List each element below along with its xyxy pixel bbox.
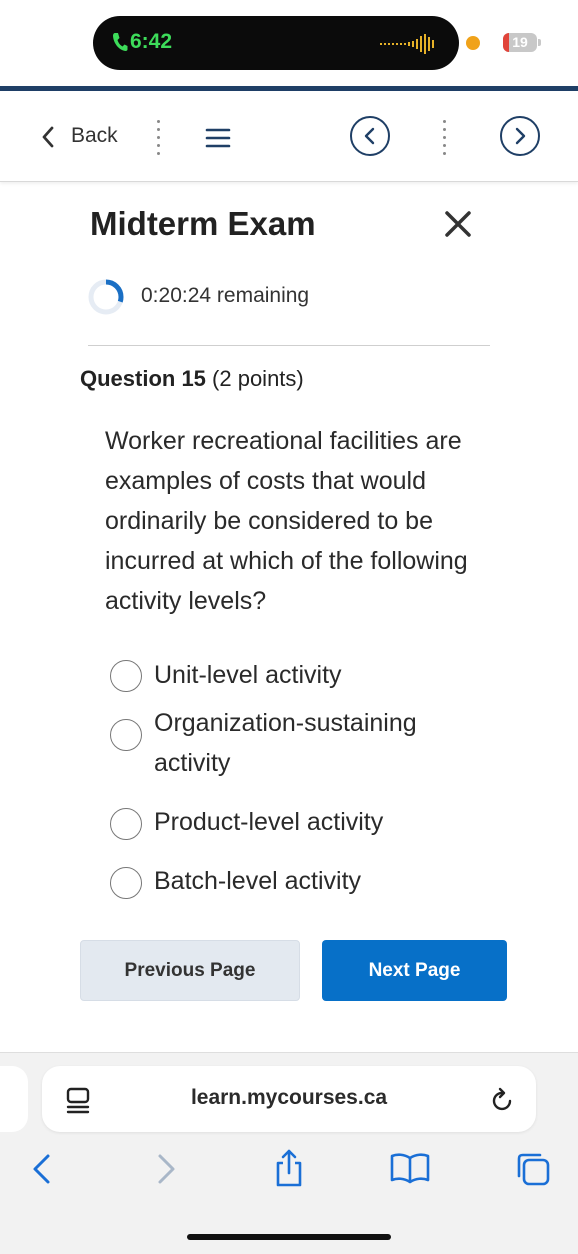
home-indicator [187, 1234, 391, 1240]
back-arrow-icon[interactable] [30, 1153, 54, 1190]
url-text[interactable]: learn.mycourses.ca [42, 1086, 536, 1110]
share-icon[interactable] [273, 1148, 305, 1193]
tabs-icon[interactable] [515, 1151, 551, 1192]
question-text: Worker recreational facilities are examp… [105, 427, 468, 615]
audio-waveform-icon [380, 33, 444, 60]
bookmarks-icon[interactable] [390, 1152, 430, 1189]
option-radio-unit-level[interactable] [110, 660, 142, 692]
battery-cap [538, 39, 541, 46]
battery-icon: 19 [503, 33, 537, 52]
battery-level: 19 [512, 34, 528, 50]
option-label-batch-level[interactable]: Batch-level activity [154, 861, 484, 901]
option-radio-organization-sustaining[interactable] [110, 719, 142, 751]
divider [88, 345, 490, 346]
question-header: Question 15 (2 points) [80, 366, 304, 392]
timer-progress-ring [88, 279, 124, 320]
timer-text: 0:20:24 remaining [141, 284, 310, 307]
phone-icon [112, 32, 128, 57]
reload-icon[interactable] [491, 1087, 515, 1118]
close-icon[interactable] [444, 210, 472, 243]
status-time: 6:42 [130, 30, 173, 53]
option-label-organization-sustaining[interactable]: Organization-sustaining activity [154, 703, 484, 783]
toolbar-separator [157, 120, 161, 160]
forward-arrow-icon[interactable] [154, 1153, 178, 1190]
option-label-unit-level[interactable]: Unit-level activity [154, 655, 484, 695]
option-radio-product-level[interactable] [110, 808, 142, 840]
orange-dot-icon [466, 36, 480, 50]
question-points: (2 points) [205, 366, 304, 391]
question-number: Question 15 [80, 366, 206, 391]
option-label-product-level[interactable]: Product-level activity [154, 802, 484, 842]
chevron-left-icon[interactable] [40, 125, 56, 154]
option-radio-batch-level[interactable] [110, 867, 142, 899]
next-question-icon[interactable] [500, 116, 540, 156]
previous-tab-preview[interactable] [0, 1066, 28, 1132]
previous-page-button[interactable]: Previous Page [80, 940, 300, 1001]
menu-icon[interactable] [205, 127, 231, 154]
back-button[interactable]: Back [71, 124, 118, 148]
previous-question-icon[interactable] [350, 116, 390, 156]
next-page-button[interactable]: Next Page [322, 940, 507, 1001]
toolbar-separator [443, 120, 447, 160]
page-title: Midterm Exam [90, 205, 316, 242]
